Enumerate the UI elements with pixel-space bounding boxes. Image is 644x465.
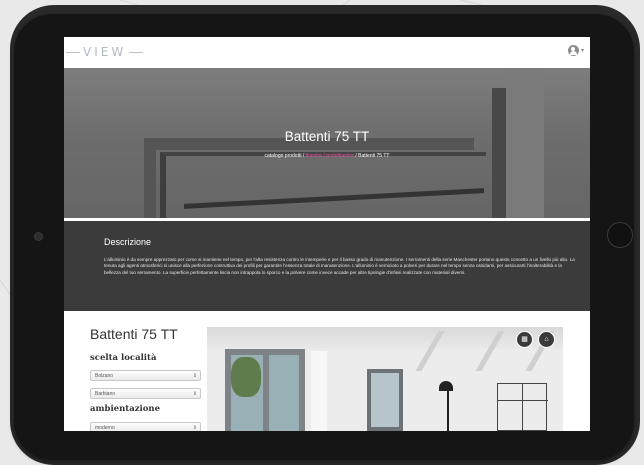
user-icon xyxy=(567,45,579,56)
location-select-secondary[interactable]: Barbiano ⇕ xyxy=(90,388,201,399)
room-lamp xyxy=(447,385,449,431)
camera-icon xyxy=(34,232,43,241)
description-text: L'alluminio è da sempre apprezzato per c… xyxy=(104,257,575,275)
breadcrumb-category[interactable]: finestre / portefinestre xyxy=(306,153,354,159)
user-menu[interactable]: ▾ xyxy=(567,45,584,56)
gallery-button[interactable]: ▦ xyxy=(516,331,533,348)
environment-select-value: moderno xyxy=(95,425,115,431)
location-select-primary[interactable]: Bolzano ⇕ xyxy=(90,370,201,381)
chevron-down-icon: ▾ xyxy=(580,48,584,54)
room-shelf xyxy=(497,383,548,431)
room-ceiling xyxy=(207,327,563,349)
breadcrumb-catalog[interactable]: catalogo prodotti / xyxy=(265,153,306,159)
product-title: Battenti 75 TT xyxy=(90,326,178,342)
top-bar: VIEW ▾ xyxy=(64,37,590,69)
logo-text: VIEW xyxy=(83,45,127,59)
location-label: scelta località xyxy=(90,353,157,363)
select-arrows-icon: ⇕ xyxy=(192,425,197,431)
location-select-secondary-value: Barbiano xyxy=(95,391,116,397)
room-window-small xyxy=(367,369,403,431)
environment-label: ambientazione xyxy=(90,404,161,414)
logo[interactable]: VIEW xyxy=(66,45,144,59)
room-tree xyxy=(231,357,261,397)
room-preview-image xyxy=(207,327,563,431)
logo-dash-left xyxy=(66,51,80,53)
logo-dash-right xyxy=(129,51,144,53)
room-curtain xyxy=(311,351,327,431)
tablet-screen: VIEW ▾ Battenti 75 TT catalogo prodotti … xyxy=(64,37,590,431)
select-arrows-icon: ⇕ xyxy=(192,391,197,397)
environment-select[interactable]: moderno ⇕ xyxy=(90,422,201,431)
room-lamp-head xyxy=(439,381,453,391)
select-arrows-icon: ⇕ xyxy=(192,373,197,379)
description-title: Descrizione xyxy=(104,237,152,247)
location-select-primary-value: Bolzano xyxy=(95,373,114,379)
breadcrumb-current: / Battenti 75 TT xyxy=(354,153,390,159)
home-icon: ⌂ xyxy=(544,336,549,343)
page-title: Battenti 75 TT xyxy=(284,129,370,144)
gallery-icon: ▦ xyxy=(521,336,528,343)
breadcrumb: catalogo prodotti / finestre / portefine… xyxy=(64,153,590,159)
home-view-button[interactable]: ⌂ xyxy=(538,331,555,348)
home-button[interactable] xyxy=(607,222,633,248)
